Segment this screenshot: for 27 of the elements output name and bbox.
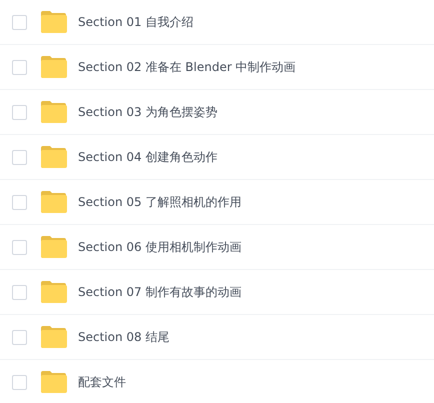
checkbox[interactable] xyxy=(12,240,27,254)
folder-name[interactable]: Section 06 使用相机制作动画 xyxy=(78,238,242,256)
checkbox[interactable] xyxy=(12,150,27,164)
folder-name[interactable]: Section 07 制作有故事的动画 xyxy=(78,284,242,300)
folder-name[interactable]: Section 05 了解照相机的作用 xyxy=(78,194,242,210)
folder-name[interactable]: Section 03 为角色摆姿势 xyxy=(78,104,218,120)
checkbox[interactable] xyxy=(12,14,27,30)
folder-icon xyxy=(40,281,67,303)
folder-icon xyxy=(40,101,67,123)
checkbox[interactable] xyxy=(12,60,27,74)
checkbox[interactable] xyxy=(12,104,27,120)
folder-name[interactable]: 配套文件 xyxy=(78,374,126,390)
folder-name[interactable]: Section 02 准备在 Blender 中制作动画 xyxy=(78,58,296,76)
folder-icon xyxy=(40,236,67,258)
folder-icon xyxy=(40,326,67,348)
folder-name[interactable]: Section 04 创建角色动作 xyxy=(78,148,218,166)
folder-icon xyxy=(40,56,67,78)
folder-icon xyxy=(40,146,67,168)
checkbox[interactable] xyxy=(12,194,27,210)
folder-icon xyxy=(40,11,67,33)
folder-icon xyxy=(40,191,67,213)
folder-name[interactable]: Section 08 结尾 xyxy=(78,328,170,346)
checkbox[interactable] xyxy=(12,284,27,300)
checkbox[interactable] xyxy=(12,374,27,390)
folder-icon xyxy=(40,371,67,393)
checkbox[interactable] xyxy=(12,330,27,344)
folder-name[interactable]: Section 01 自我介绍 xyxy=(78,14,194,30)
